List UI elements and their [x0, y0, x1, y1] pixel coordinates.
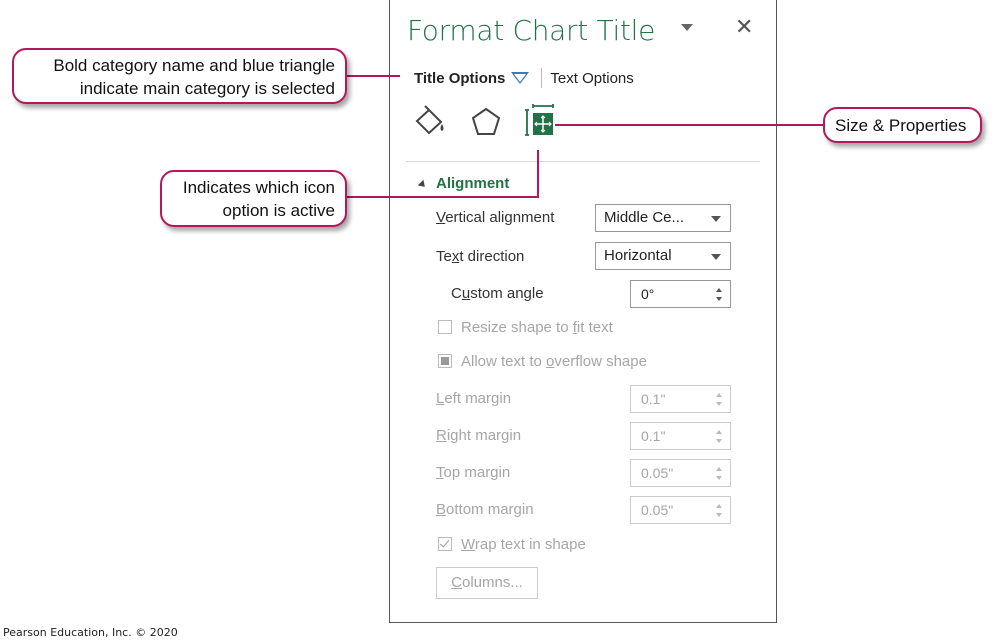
custom-angle-spinner[interactable]: 0° — [630, 280, 731, 308]
callout-icon-line2: option is active — [222, 201, 335, 220]
spin-up-icon[interactable] — [716, 504, 722, 508]
spin-down-icon[interactable] — [716, 476, 722, 480]
size-properties-icon[interactable] — [524, 104, 560, 140]
callout-leader-icon-h — [345, 196, 539, 198]
callout-category-line1: Bold category name and blue triangle — [53, 56, 335, 75]
allow-overflow-checkbox[interactable] — [438, 354, 452, 368]
allow-overflow-label: Allow text to overflow shape — [461, 353, 647, 370]
vertical-alignment-dropdown[interactable]: Middle Ce... — [595, 204, 731, 232]
spin-down-icon[interactable] — [716, 513, 722, 517]
spin-down-icon[interactable] — [716, 297, 722, 301]
wrap-text-label: Wrap text in shape — [461, 536, 586, 553]
category-separator — [541, 68, 543, 88]
spin-down-icon[interactable] — [716, 439, 722, 443]
left-margin-label: Left margin — [436, 390, 512, 407]
callout-leader-category — [345, 75, 400, 77]
chevron-down-icon — [711, 216, 721, 222]
category-tabs: Title Options Text Options — [414, 67, 634, 89]
text-direction-label: Text direction — [436, 248, 525, 265]
bottom-margin-spinner[interactable]: 0.05" — [630, 496, 731, 524]
spin-up-icon[interactable] — [716, 288, 722, 292]
spin-down-icon[interactable] — [716, 402, 722, 406]
category-expand-triangle-icon[interactable] — [511, 72, 530, 84]
callout-leader-icon-v — [537, 150, 539, 198]
alignment-section-header[interactable]: Alignment — [417, 175, 510, 192]
spin-up-icon[interactable] — [716, 393, 722, 397]
callout-category-selected: Bold category name and blue triangle ind… — [12, 48, 347, 104]
right-margin-spinner[interactable]: 0.1" — [630, 422, 731, 450]
chevron-down-icon — [711, 254, 721, 260]
close-icon[interactable]: ✕ — [735, 14, 753, 40]
title-options-tab[interactable]: Title Options — [414, 70, 505, 87]
spin-up-icon[interactable] — [716, 430, 722, 434]
callout-icon-line1: Indicates which icon — [182, 178, 335, 197]
wrap-text-checkbox[interactable] — [438, 537, 452, 551]
callout-icon-active: Indicates which icon option is active — [160, 170, 347, 227]
bottom-margin-label: Bottom margin — [436, 501, 534, 518]
top-margin-spinner[interactable]: 0.05" — [630, 459, 731, 487]
pane-options-dropdown-icon[interactable] — [681, 24, 693, 31]
resize-shape-checkbox[interactable] — [438, 320, 452, 334]
copyright-footer: Pearson Education, Inc. © 2020 — [3, 626, 178, 639]
effects-icon[interactable] — [468, 104, 504, 140]
left-margin-spinner[interactable]: 0.1" — [630, 385, 731, 413]
text-options-tab[interactable]: Text Options — [550, 70, 633, 87]
pane-title: Format Chart Title — [407, 14, 656, 47]
format-chart-title-pane: Format Chart Title ✕ Title Options Text … — [389, 0, 777, 623]
right-margin-label: Right margin — [436, 427, 522, 444]
spin-up-icon[interactable] — [716, 467, 722, 471]
text-direction-dropdown[interactable]: Horizontal — [595, 242, 731, 270]
section-title: Alignment — [436, 175, 510, 192]
collapse-triangle-icon — [417, 179, 428, 190]
fill-line-icon[interactable] — [412, 104, 448, 140]
vertical-alignment-label: Vertical alignment — [436, 209, 555, 226]
callout-size-properties: Size & Properties — [823, 107, 982, 143]
callout-size-properties-text: Size & Properties — [835, 116, 967, 135]
resize-shape-label: Resize shape to fit text — [461, 319, 613, 336]
section-divider — [406, 161, 760, 162]
top-margin-label: Top margin — [436, 464, 511, 481]
custom-angle-label: Custom angle — [451, 285, 544, 302]
callout-category-line2: indicate main category is selected — [79, 79, 335, 98]
callout-leader-size — [555, 124, 825, 126]
columns-button[interactable]: Columns... — [436, 567, 538, 599]
